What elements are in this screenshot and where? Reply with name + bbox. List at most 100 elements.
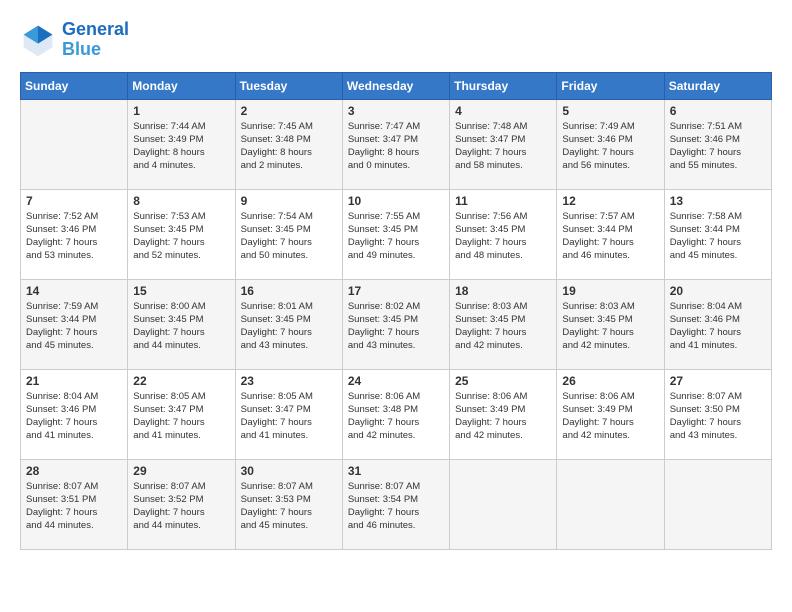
calendar-cell: 11 Sunrise: 7:56 AMSunset: 3:45 PMDayligh… (450, 189, 557, 279)
day-header-thursday: Thursday (450, 72, 557, 99)
day-number: 4 (455, 104, 551, 118)
day-number: 5 (562, 104, 658, 118)
calendar-cell: 20Sunrise: 8:04 AMSunset: 3:46 PMDayligh… (664, 279, 771, 369)
day-header-monday: Monday (128, 72, 235, 99)
calendar-cell: 26 Sunrise: 8:06 AMSunset: 3:49 PMDayligh… (557, 369, 664, 459)
day-number: 7 (26, 194, 122, 208)
logo: General Blue (20, 20, 129, 60)
cell-info: Sunrise: 8:07 AMSunset: 3:50 PMDaylight:… (670, 390, 766, 443)
cell-info: Sunrise: 8:06 AMSunset: 3:49 PMDaylight:… (562, 390, 658, 443)
cell-info: Sunrise: 8:07 AMSunset: 3:54 PMDaylight:… (348, 480, 444, 533)
cell-info: Sunrise: 7:51 AMSunset: 3:46 PMDaylight:… (670, 120, 766, 173)
day-number: 11 (455, 194, 551, 208)
day-header-wednesday: Wednesday (342, 72, 449, 99)
calendar-cell (664, 459, 771, 549)
day-number: 31 (348, 464, 444, 478)
cell-info: Sunrise: 7:57 AMSunset: 3:44 PMDaylight:… (562, 210, 658, 263)
page-header: General Blue (20, 20, 772, 60)
cell-info: Sunrise: 8:00 AMSunset: 3:45 PMDaylight:… (133, 300, 229, 353)
cell-info: Sunrise: 7:55 AMSunset: 3:45 PMDaylight:… (348, 210, 444, 263)
day-number: 23 (241, 374, 337, 388)
day-number: 15 (133, 284, 229, 298)
cell-info: Sunrise: 7:53 AMSunset: 3:45 PMDaylight:… (133, 210, 229, 263)
cell-info: Sunrise: 8:02 AMSunset: 3:45 PMDaylight:… (348, 300, 444, 353)
cell-info: Sunrise: 8:07 AMSunset: 3:52 PMDaylight:… (133, 480, 229, 533)
day-number: 16 (241, 284, 337, 298)
cell-info: Sunrise: 8:06 AMSunset: 3:48 PMDaylight:… (348, 390, 444, 443)
calendar-cell: 21Sunrise: 8:04 AMSunset: 3:46 PMDayligh… (21, 369, 128, 459)
day-number: 18 (455, 284, 551, 298)
day-number: 6 (670, 104, 766, 118)
day-number: 24 (348, 374, 444, 388)
calendar-cell: 29Sunrise: 8:07 AMSunset: 3:52 PMDayligh… (128, 459, 235, 549)
day-number: 10 (348, 194, 444, 208)
day-number: 27 (670, 374, 766, 388)
cell-info: Sunrise: 8:04 AMSunset: 3:46 PMDaylight:… (26, 390, 122, 443)
calendar-cell: 15 Sunrise: 8:00 AMSunset: 3:45 PMDayligh… (128, 279, 235, 369)
day-number: 13 (670, 194, 766, 208)
cell-info: Sunrise: 8:05 AMSunset: 3:47 PMDaylight:… (133, 390, 229, 443)
calendar-cell: 19Sunrise: 8:03 AMSunset: 3:45 PMDayligh… (557, 279, 664, 369)
calendar-cell: 12 Sunrise: 7:57 AMSunset: 3:44 PMDayligh… (557, 189, 664, 279)
day-number: 9 (241, 194, 337, 208)
cell-info: Sunrise: 7:47 AMSunset: 3:47 PMDaylight:… (348, 120, 444, 173)
day-number: 20 (670, 284, 766, 298)
calendar-cell: 14 Sunrise: 7:59 AMSunset: 3:44 PMDayligh… (21, 279, 128, 369)
calendar-cell: 5 Sunrise: 7:49 AMSunset: 3:46 PMDaylight… (557, 99, 664, 189)
calendar-cell: 18 Sunrise: 8:03 AMSunset: 3:45 PMDayligh… (450, 279, 557, 369)
cell-info: Sunrise: 7:56 AMSunset: 3:45 PMDaylight:… (455, 210, 551, 263)
cell-info: Sunrise: 8:03 AMSunset: 3:45 PMDaylight:… (455, 300, 551, 353)
day-number: 2 (241, 104, 337, 118)
day-number: 8 (133, 194, 229, 208)
day-number: 3 (348, 104, 444, 118)
cell-info: Sunrise: 8:07 AMSunset: 3:51 PMDaylight:… (26, 480, 122, 533)
calendar-week-2: 7 Sunrise: 7:52 AMSunset: 3:46 PMDaylight… (21, 189, 772, 279)
calendar-cell: 16 Sunrise: 8:01 AMSunset: 3:45 PMDayligh… (235, 279, 342, 369)
cell-info: Sunrise: 8:01 AMSunset: 3:45 PMDaylight:… (241, 300, 337, 353)
cell-info: Sunrise: 7:45 AMSunset: 3:48 PMDaylight:… (241, 120, 337, 173)
day-number: 17 (348, 284, 444, 298)
day-number: 30 (241, 464, 337, 478)
calendar-cell: 22 Sunrise: 8:05 AMSunset: 3:47 PMDayligh… (128, 369, 235, 459)
calendar-cell: 30 Sunrise: 8:07 AMSunset: 3:53 PMDayligh… (235, 459, 342, 549)
cell-info: Sunrise: 7:49 AMSunset: 3:46 PMDaylight:… (562, 120, 658, 173)
day-number: 22 (133, 374, 229, 388)
day-number: 1 (133, 104, 229, 118)
calendar-cell: 1Sunrise: 7:44 AMSunset: 3:49 PMDaylight… (128, 99, 235, 189)
calendar-cell: 13Sunrise: 7:58 AMSunset: 3:44 PMDayligh… (664, 189, 771, 279)
calendar-cell: 3 Sunrise: 7:47 AMSunset: 3:47 PMDaylight… (342, 99, 449, 189)
calendar-week-3: 14 Sunrise: 7:59 AMSunset: 3:44 PMDayligh… (21, 279, 772, 369)
cell-info: Sunrise: 7:59 AMSunset: 3:44 PMDaylight:… (26, 300, 122, 353)
day-number: 26 (562, 374, 658, 388)
day-header-tuesday: Tuesday (235, 72, 342, 99)
calendar-header-row: SundayMondayTuesdayWednesdayThursdayFrid… (21, 72, 772, 99)
cell-info: Sunrise: 7:52 AMSunset: 3:46 PMDaylight:… (26, 210, 122, 263)
logo-icon (20, 22, 56, 58)
cell-info: Sunrise: 7:54 AMSunset: 3:45 PMDaylight:… (241, 210, 337, 263)
day-number: 14 (26, 284, 122, 298)
day-number: 12 (562, 194, 658, 208)
calendar-cell: 6 Sunrise: 7:51 AMSunset: 3:46 PMDaylight… (664, 99, 771, 189)
cell-info: Sunrise: 8:07 AMSunset: 3:53 PMDaylight:… (241, 480, 337, 533)
calendar-cell: 8 Sunrise: 7:53 AMSunset: 3:45 PMDaylight… (128, 189, 235, 279)
calendar-week-1: 1Sunrise: 7:44 AMSunset: 3:49 PMDaylight… (21, 99, 772, 189)
day-number: 25 (455, 374, 551, 388)
calendar-cell: 27 Sunrise: 8:07 AMSunset: 3:50 PMDayligh… (664, 369, 771, 459)
calendar-cell: 17 Sunrise: 8:02 AMSunset: 3:45 PMDayligh… (342, 279, 449, 369)
calendar-cell: 28Sunrise: 8:07 AMSunset: 3:51 PMDayligh… (21, 459, 128, 549)
calendar-cell: 9 Sunrise: 7:54 AMSunset: 3:45 PMDaylight… (235, 189, 342, 279)
day-header-friday: Friday (557, 72, 664, 99)
calendar-cell: 31 Sunrise: 8:07 AMSunset: 3:54 PMDayligh… (342, 459, 449, 549)
calendar-cell: 24 Sunrise: 8:06 AMSunset: 3:48 PMDayligh… (342, 369, 449, 459)
calendar-cell (450, 459, 557, 549)
calendar-cell (557, 459, 664, 549)
calendar-cell: 25Sunrise: 8:06 AMSunset: 3:49 PMDayligh… (450, 369, 557, 459)
calendar-cell: 10 Sunrise: 7:55 AMSunset: 3:45 PMDayligh… (342, 189, 449, 279)
cell-info: Sunrise: 8:05 AMSunset: 3:47 PMDaylight:… (241, 390, 337, 443)
day-header-sunday: Sunday (21, 72, 128, 99)
calendar-cell: 7 Sunrise: 7:52 AMSunset: 3:46 PMDaylight… (21, 189, 128, 279)
calendar-week-4: 21Sunrise: 8:04 AMSunset: 3:46 PMDayligh… (21, 369, 772, 459)
day-number: 19 (562, 284, 658, 298)
calendar-cell (21, 99, 128, 189)
day-header-saturday: Saturday (664, 72, 771, 99)
